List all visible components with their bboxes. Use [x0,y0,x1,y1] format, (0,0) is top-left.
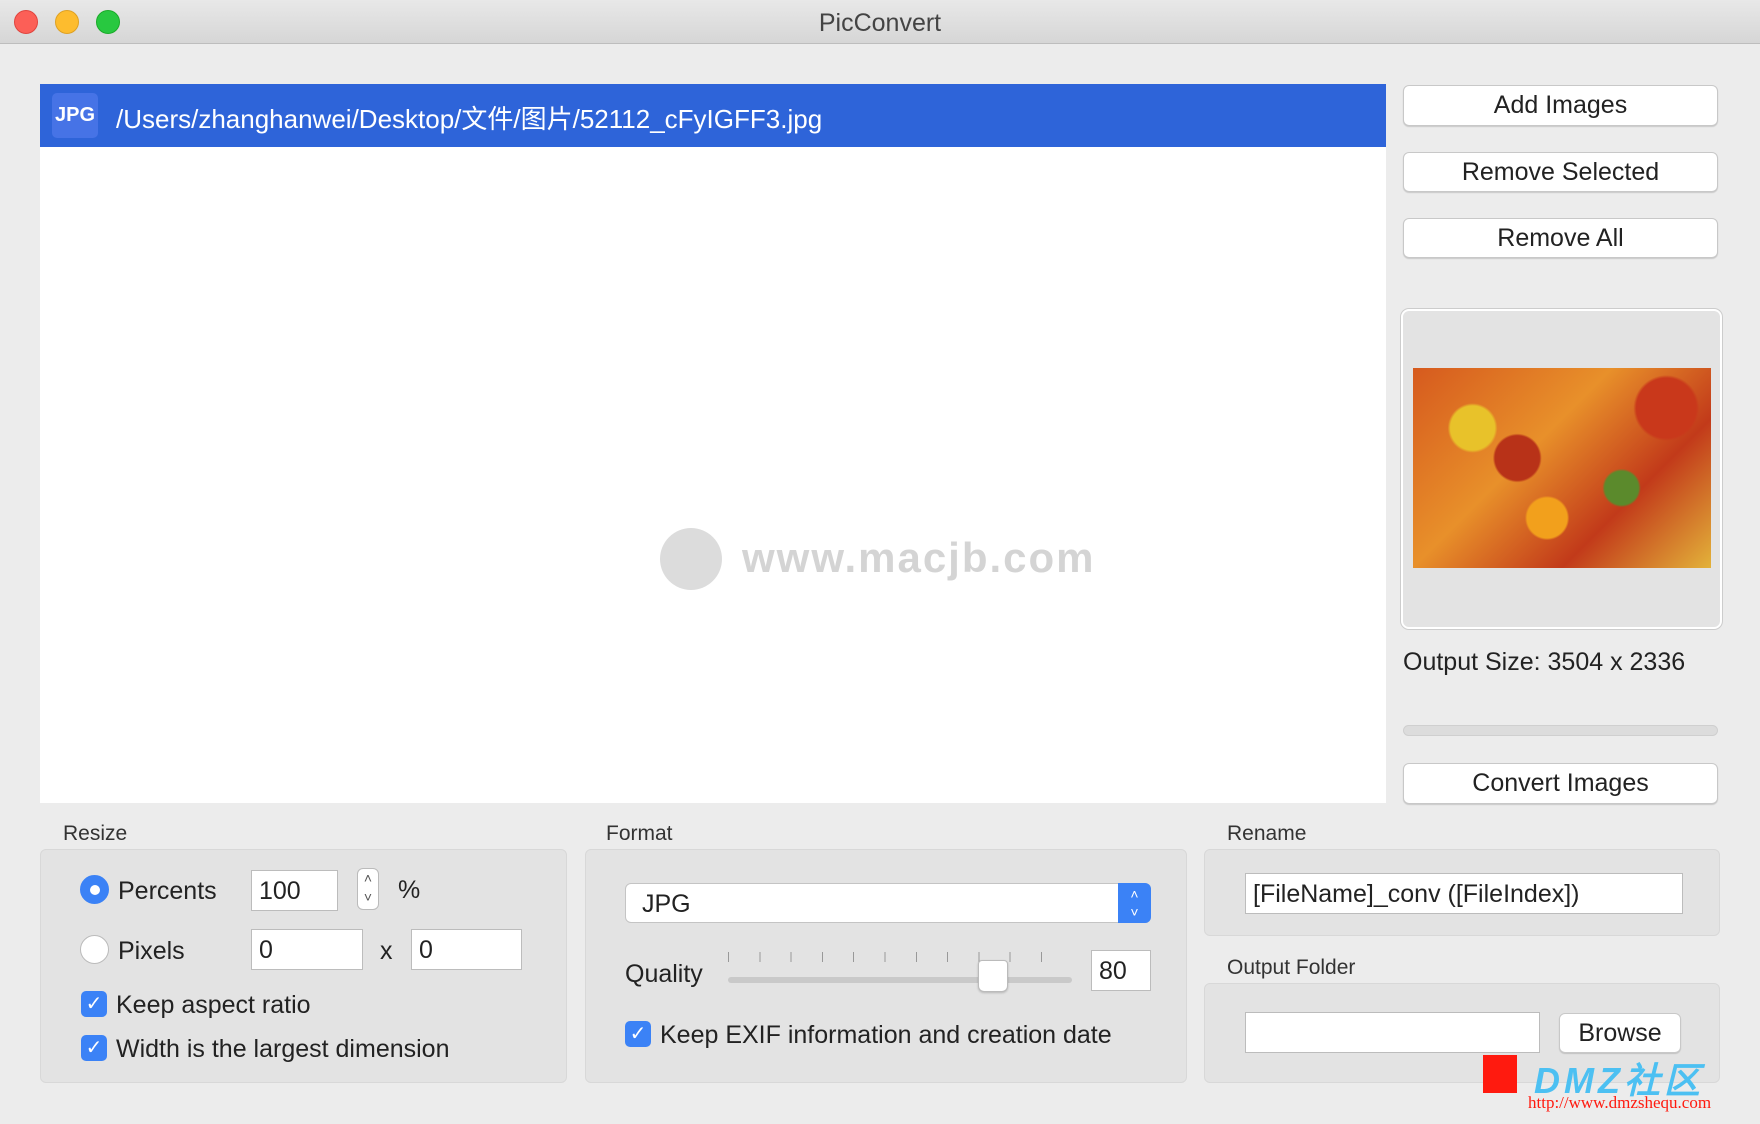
keep-aspect-checkbox[interactable]: ✓ [81,991,107,1017]
output-folder-input[interactable] [1245,1012,1540,1053]
format-label: Format [606,822,673,845]
file-list-row[interactable]: JPG /Users/zhanghanwei/Desktop/文件/图片/521… [40,84,1386,147]
quality-slider-knob[interactable] [978,960,1008,992]
percents-radio[interactable] [80,875,109,904]
format-selected-value: JPG [642,890,691,918]
width-largest-checkbox[interactable]: ✓ [81,1035,107,1061]
keep-exif-label: Keep EXIF information and creation date [660,1021,1112,1049]
output-size: Output Size: 3504 x 2336 [1403,648,1686,676]
site-watermark-logo-icon [1483,1055,1517,1093]
site-watermark-url: http://www.dmzshequ.com [1528,1093,1712,1112]
watermark: www.macjb.com [660,528,1220,590]
percents-input[interactable]: 100 [251,870,338,911]
percents-stepper[interactable]: ˄ ˅ [357,868,379,910]
chevron-updown-icon: ˄ ˅ [1118,883,1151,923]
resize-label: Resize [63,822,128,845]
percents-label: Percents [118,877,217,905]
file-list[interactable]: JPG /Users/zhanghanwei/Desktop/文件/图片/521… [40,84,1386,803]
jpg-file-icon: JPG [52,93,98,138]
quality-input[interactable]: 80 [1091,950,1151,991]
rename-label: Rename [1227,822,1307,845]
output-folder-label: Output Folder [1227,956,1356,979]
watermark-text: www.macjb.com [742,534,1096,581]
file-path: /Users/zhanghanwei/Desktop/文件/图片/52112_c… [116,104,823,134]
height-input[interactable]: 0 [411,929,522,970]
pixels-label: Pixels [118,937,185,965]
width-input[interactable]: 0 [251,929,363,970]
browse-button[interactable]: Browse [1559,1013,1681,1053]
title-bar: PicConvert [0,0,1760,44]
preview-thumbnail [1413,368,1711,568]
quality-label: Quality [625,960,703,988]
width-largest-label: Width is the largest dimension [116,1035,450,1063]
window-title: PicConvert [818,9,942,37]
add-images-button[interactable]: Add Images [1403,85,1718,126]
progress-bar [1403,725,1718,736]
pixels-radio[interactable] [80,935,109,964]
remove-selected-button[interactable]: Remove Selected [1403,152,1718,192]
keep-aspect-label: Keep aspect ratio [116,991,311,1019]
convert-images-button[interactable]: Convert Images [1403,763,1718,804]
remove-all-button[interactable]: Remove All [1403,218,1718,258]
watermark-logo-icon [660,528,722,590]
slider-ticks [728,952,1072,962]
keep-exif-checkbox[interactable]: ✓ [625,1021,651,1047]
percent-sign: % [398,876,421,904]
rename-pattern-input[interactable]: [FileName]_conv ([FileIndex]) [1245,873,1683,914]
quality-slider[interactable] [728,977,1072,983]
image-preview [1401,309,1722,629]
format-select[interactable]: JPG ˄ ˅ [625,883,1151,923]
x-separator: x [380,937,393,965]
